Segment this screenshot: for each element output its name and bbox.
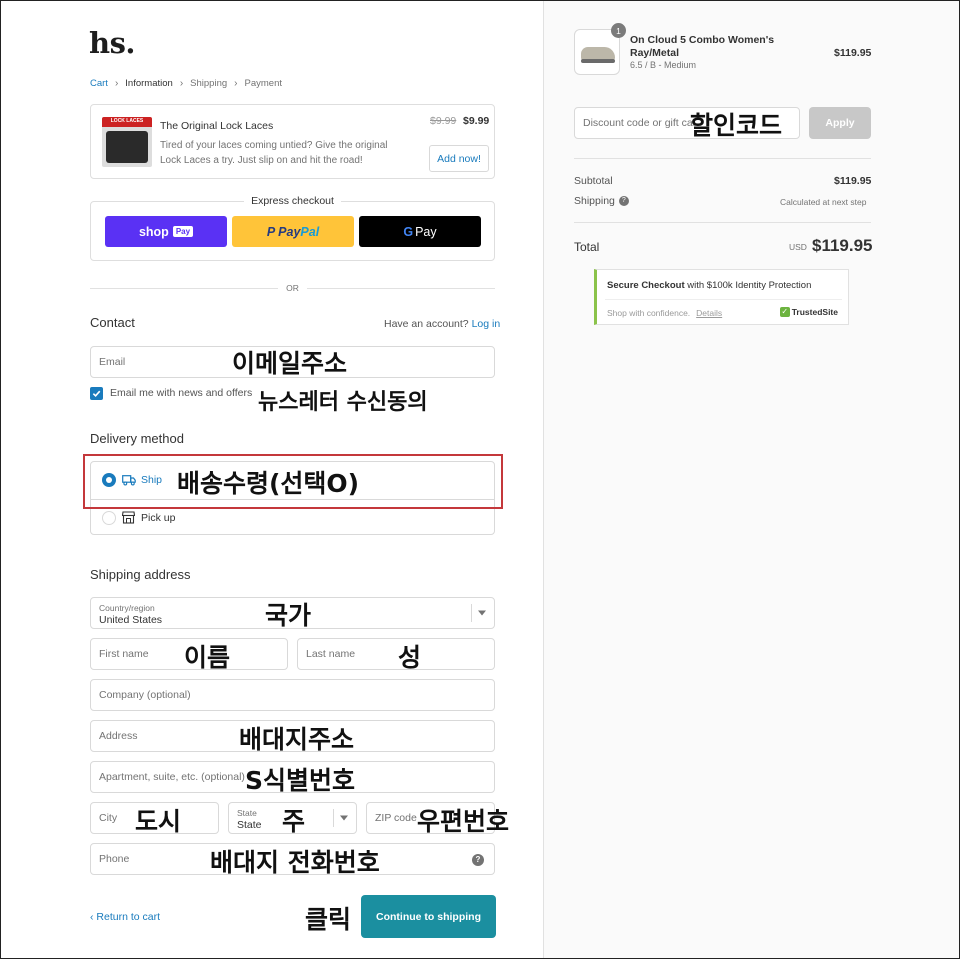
- screenshot-frame: [0, 0, 960, 959]
